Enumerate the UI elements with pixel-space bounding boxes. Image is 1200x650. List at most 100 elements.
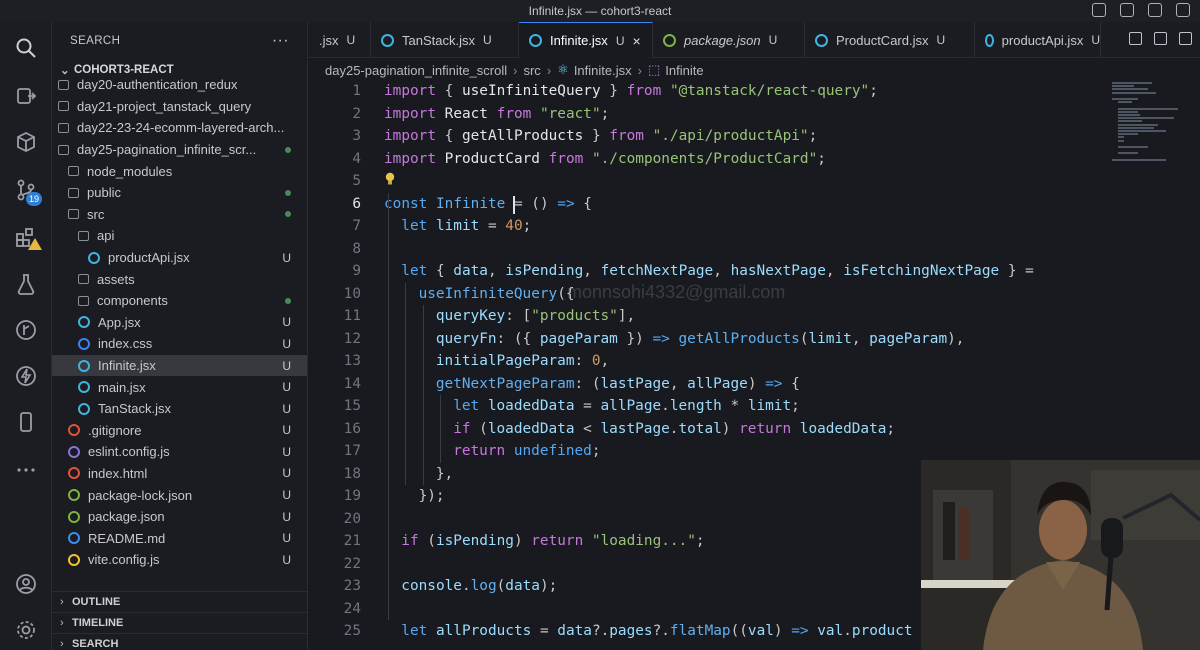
file-tree: day20-authentication_redux day21-project_… — [52, 74, 307, 571]
account-icon[interactable] — [0, 564, 52, 604]
git-file-icon — [68, 424, 80, 437]
code-token: pageParam — [869, 330, 948, 347]
editor-tab-label: .jsx — [319, 32, 339, 48]
tree-item[interactable]: public — [52, 182, 307, 204]
lightning-icon[interactable] — [0, 356, 52, 396]
copilot-icon[interactable] — [1092, 3, 1106, 17]
extensions-icon[interactable] — [0, 218, 52, 258]
search-icon[interactable] — [0, 28, 52, 68]
code-token: ) — [513, 533, 532, 549]
tree-item[interactable]: Infinite.jsx U — [52, 354, 307, 377]
split-editor-icon[interactable] — [1179, 32, 1192, 45]
code-line: let loadedData = allPage.length * limit; — [453, 395, 800, 418]
close-icon[interactable]: × — [632, 33, 640, 49]
tree-item-label: components — [97, 293, 168, 309]
tree-item[interactable]: api — [52, 225, 307, 247]
html-file-icon — [68, 467, 80, 480]
code-token: import — [384, 105, 436, 122]
editor-tab[interactable]: productApi.jsx U — [975, 22, 1101, 58]
editor-tab[interactable]: TanStack.jsx U — [371, 22, 519, 58]
code-token: loadedData — [487, 420, 575, 437]
tree-item[interactable]: TanStack.jsx U — [52, 398, 307, 420]
tree-item[interactable]: src — [52, 204, 307, 226]
breadcrumb-folder[interactable]: day25-pagination_infinite_scroll — [325, 63, 507, 78]
breadcrumb-file[interactable]: Infinite.jsx — [574, 63, 632, 78]
lightbulb-icon[interactable] — [384, 172, 396, 186]
compare-icon[interactable] — [1154, 32, 1167, 45]
tree-item[interactable]: node_modules — [52, 160, 307, 182]
code-token: ( — [470, 420, 488, 437]
tree-item-label: main.jsx — [98, 379, 146, 395]
code-token: if — [453, 420, 471, 437]
tree-item[interactable]: README.md U — [52, 527, 307, 549]
indent-guide — [439, 395, 441, 463]
git-status-dot — [285, 189, 291, 196]
outline-section[interactable]: › OUTLINE — [52, 591, 307, 612]
extensions-box-icon[interactable] — [0, 122, 52, 162]
react-file-icon — [78, 359, 90, 372]
minimap[interactable] — [1112, 82, 1192, 172]
layout-icon[interactable] — [1176, 3, 1190, 17]
run-icon[interactable] — [1129, 32, 1142, 45]
search-section[interactable]: › SEARCH — [52, 633, 307, 650]
code-token: limit — [808, 330, 852, 347]
code-token: 0 — [591, 353, 601, 369]
toggle-panel-icon[interactable] — [1148, 3, 1162, 17]
tree-item[interactable]: day20-authentication_redux — [52, 74, 307, 96]
tree-item[interactable]: day22-23-24-ecomm-layered-arch... — [52, 117, 307, 139]
code-token: ); — [539, 578, 558, 594]
tree-item[interactable]: eslint.config.js U — [52, 441, 307, 463]
editor-tab[interactable]: Infinite.jsx U × — [519, 22, 653, 58]
editor-tab[interactable]: package.json U — [653, 22, 805, 58]
tree-item[interactable]: package-lock.json U — [52, 484, 307, 506]
settings-gear-icon[interactable] — [0, 610, 52, 650]
remote-explorer-icon[interactable] — [0, 76, 52, 116]
minimap-line — [1118, 110, 1138, 113]
code-token: lastPage — [600, 375, 670, 392]
code-token: isPending — [435, 533, 514, 549]
code-token: undefined — [513, 443, 592, 459]
timeline-section[interactable]: › TIMELINE — [52, 612, 307, 633]
testing-icon[interactable] — [0, 264, 52, 304]
window-title: Infinite.jsx — cohort3-react — [528, 4, 672, 18]
chevron-right-icon: › — [60, 596, 64, 608]
code-token: Infinite — [436, 195, 506, 212]
code-line: }); — [419, 485, 445, 508]
editor-tab[interactable]: .jsx U — [309, 22, 371, 58]
git-status: U — [282, 250, 291, 265]
breadcrumb-src[interactable]: src — [523, 63, 540, 78]
line-number: 3 — [352, 128, 361, 144]
code-line: queryFn: ({ pageParam }) => getAllProduc… — [436, 328, 965, 351]
breadcrumb-symbol[interactable]: Infinite — [665, 63, 703, 78]
line-number: 16 — [343, 420, 361, 437]
folder-icon — [58, 79, 69, 90]
tree-item[interactable]: index.html U — [52, 463, 307, 485]
tree-item[interactable]: .gitignore U — [52, 420, 307, 442]
minimap-line — [1118, 133, 1138, 136]
code-token: => — [557, 195, 575, 212]
tree-item-label: day21-project_tanstack_query — [77, 98, 252, 114]
eslint-file-icon — [68, 445, 80, 458]
more-icon[interactable] — [0, 450, 52, 490]
git-status: U — [282, 380, 291, 395]
minimap-line — [1118, 136, 1124, 139]
sidebar-more-icon[interactable]: ··· — [272, 32, 289, 50]
folder-icon — [58, 122, 69, 133]
tree-item[interactable]: index.css U — [52, 333, 307, 355]
minimap-line — [1118, 101, 1132, 104]
tree-item[interactable]: components — [52, 290, 307, 312]
mobile-icon[interactable] — [0, 402, 52, 442]
git-graph-icon[interactable] — [0, 310, 52, 350]
source-control-icon[interactable]: 19 — [0, 170, 52, 210]
tree-item[interactable]: App.jsx U — [52, 312, 307, 334]
tree-item[interactable]: day21-project_tanstack_query — [52, 96, 307, 118]
code-token: ) — [721, 420, 740, 437]
tree-item[interactable]: assets — [52, 268, 307, 290]
tree-item[interactable]: package.json U — [52, 506, 307, 528]
tree-item[interactable]: day25-pagination_infinite_scr... — [52, 139, 307, 161]
tree-item[interactable]: productApi.jsx U — [52, 247, 307, 269]
tree-item[interactable]: main.jsx U — [52, 376, 307, 398]
editor-tab[interactable]: ProductCard.jsx U — [805, 22, 975, 58]
toggle-sidebar-icon[interactable] — [1120, 3, 1134, 17]
tree-item[interactable]: vite.config.js U — [52, 549, 307, 571]
